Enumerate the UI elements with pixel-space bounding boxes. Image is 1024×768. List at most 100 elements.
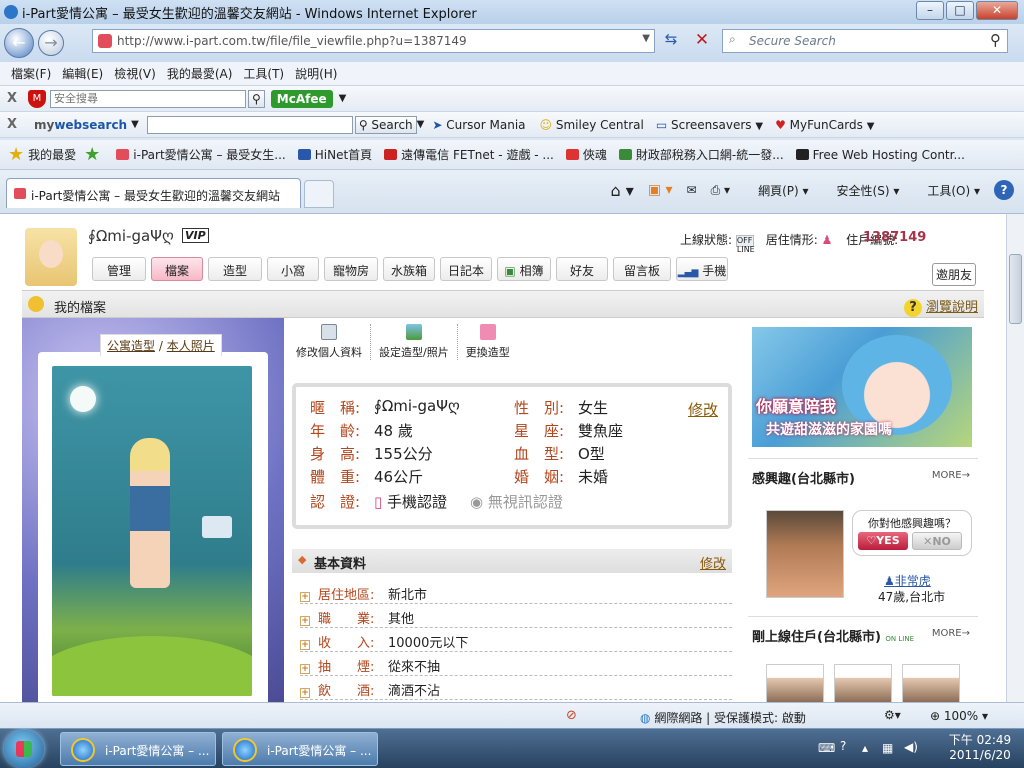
close-toolbar-icon[interactable]: X <box>0 117 24 132</box>
no-button[interactable]: ✕NO <box>912 532 962 550</box>
minimize-button[interactable]: – <box>916 1 944 20</box>
tab-mobile[interactable]: ▂▄▆ 手機 <box>676 257 728 281</box>
tools-menu[interactable]: 工具(O) ▾ <box>913 182 980 199</box>
invite-friends-button[interactable]: 邀朋友 <box>932 263 977 286</box>
tab-aquarium[interactable]: 水族箱 <box>383 257 435 281</box>
yes-button[interactable]: ♡YES <box>858 532 908 550</box>
avatar[interactable] <box>25 228 77 286</box>
mail-icon[interactable]: ✉ <box>687 183 697 197</box>
close-button[interactable]: ✕ <box>976 1 1018 20</box>
more-interest-link[interactable]: MORE→ <box>932 470 970 481</box>
menu-favorites[interactable]: 我的最愛(A) <box>167 65 233 82</box>
edit-actions: 修改個人資料 設定造型/照片 更換造型 <box>288 324 518 360</box>
clock[interactable]: 下午 02:49 2011/6/20 <box>940 733 1020 763</box>
maximize-button[interactable]: □ <box>946 1 974 20</box>
popup-blocker-icon[interactable]: ⊘ <box>566 708 577 723</box>
scrollbar-thumb[interactable] <box>1009 254 1022 324</box>
safety-menu[interactable]: 安全性(S) ▾ <box>823 182 900 199</box>
favorites-label[interactable]: 我的最愛 <box>28 146 76 163</box>
tab-guestbook[interactable]: 留言板 <box>613 257 671 281</box>
modify-basic-link[interactable]: 修改 <box>700 553 726 572</box>
taskbar-item-ie-1[interactable]: i-Part愛情公寓 – ... <box>60 732 216 766</box>
websearch-button[interactable]: ⚲ Search <box>354 115 417 134</box>
help-icon[interactable]: ? <box>994 180 1014 200</box>
menu-help[interactable]: 說明(H) <box>295 65 337 82</box>
online-member-thumb[interactable] <box>902 664 960 702</box>
mcafee-button[interactable]: McAfee <box>270 89 333 108</box>
fav-item-hinet[interactable]: HiNet首頁 <box>297 146 372 163</box>
menu-file[interactable]: 檔案(F) <box>11 65 51 82</box>
print-icon[interactable]: ⎙ ▾ <box>711 183 730 198</box>
game-ad-banner[interactable]: 你願意陪我 共遊甜滋滋的家園嗎 <box>752 327 972 447</box>
fav-item-xiahun[interactable]: 俠魂 <box>565 146 607 163</box>
start-button[interactable] <box>4 730 44 768</box>
smiley-central-link[interactable]: ☺ Smiley Central <box>540 118 644 132</box>
cursor-mania-link[interactable]: ➤ Cursor Mania <box>432 118 525 132</box>
member-name-link[interactable]: ♟非常虎 <box>884 572 931 589</box>
network-icon[interactable]: ▦ <box>882 741 893 755</box>
tab-apartment-style[interactable]: 公寓造型 <box>107 339 155 353</box>
home-icon[interactable]: ⌂ ▾ <box>611 181 634 200</box>
menu-view[interactable]: 檢視(V) <box>114 65 156 82</box>
websearch-input[interactable] <box>146 115 353 134</box>
tab-file[interactable]: 檔案 <box>151 257 203 281</box>
set-style-photo-button[interactable]: 設定造型/照片 <box>371 324 458 360</box>
chevron-down-icon[interactable]: ▼ <box>642 33 650 44</box>
search-input[interactable]: ⌕ Secure Search ⚲ <box>722 29 1008 53</box>
myfuncards-link[interactable]: ♥ MyFunCards ▼ <box>775 118 874 132</box>
add-favorite-icon[interactable]: ★ <box>84 144 100 165</box>
edit-doc-icon <box>321 324 337 340</box>
back-button[interactable]: ← <box>4 28 34 58</box>
new-tab-button[interactable] <box>304 180 334 208</box>
close-toolbar-icon[interactable]: X <box>0 91 24 106</box>
search-icon[interactable]: ⚲ <box>990 31 1001 49</box>
stop-icon[interactable]: ✕ <box>689 30 715 52</box>
help-tray-icon[interactable]: ? <box>840 739 846 753</box>
tab-nest[interactable]: 小窩 <box>267 257 319 281</box>
more-online-link[interactable]: MORE→ <box>932 628 970 639</box>
keyboard-icon[interactable]: ⌨ <box>818 741 835 755</box>
modify-info-link[interactable]: 修改 <box>688 399 718 420</box>
zoom-level[interactable]: ⊕ 100% ▾ <box>930 709 988 723</box>
taskbar-item-ie-2[interactable]: i-Part愛情公寓 – ... <box>222 732 378 766</box>
browser-tab-ipart[interactable]: i-Part愛情公寓 – 最受女生歡迎的溫馨交友網站 <box>6 178 301 208</box>
tab-pet-room[interactable]: 寵物房 <box>324 257 378 281</box>
chevron-down-icon[interactable]: ▼ <box>417 119 425 130</box>
tab-album[interactable]: ▣ 相簿 <box>497 257 551 281</box>
forward-button[interactable]: → <box>38 30 64 56</box>
online-member-thumb[interactable] <box>834 664 892 702</box>
menu-tools[interactable]: 工具(T) <box>243 65 284 82</box>
chevron-down-icon[interactable]: ▼ <box>131 119 139 130</box>
vertical-scrollbar[interactable] <box>1006 214 1024 702</box>
fav-item-ipart[interactable]: i-Part愛情公寓 – 最受女生... <box>116 146 286 163</box>
edit-profile-button[interactable]: 修改個人資料 <box>288 324 371 360</box>
chevron-down-icon[interactable]: ▼ <box>339 93 347 104</box>
tab-friends[interactable]: 好友 <box>556 257 608 281</box>
flag-icon[interactable]: ▴ <box>862 741 868 755</box>
tab-own-photo[interactable]: 本人照片 <box>167 339 215 353</box>
tab-style[interactable]: 造型 <box>208 257 262 281</box>
menu-edit[interactable]: 編輯(E) <box>62 65 103 82</box>
volume-icon[interactable]: ◀) <box>904 740 918 754</box>
browse-help-link[interactable]: ? 瀏覽說明 <box>903 296 978 317</box>
favorites-star-icon[interactable]: ★ <box>8 144 24 165</box>
online-member-thumb[interactable] <box>766 664 824 702</box>
address-bar[interactable]: http://www.i-part.com.tw/file/file_viewf… <box>92 29 655 53</box>
interest-header: 感興趣(台北縣市) MORE→ <box>752 470 970 487</box>
safe-search-input[interactable] <box>50 89 246 108</box>
fav-item-webhosting[interactable]: Free Web Hosting Contr... <box>795 148 965 162</box>
page-menu[interactable]: 網頁(P) ▾ <box>744 182 808 199</box>
member-photo[interactable] <box>766 510 844 598</box>
tab-manage[interactable]: 管理 <box>92 257 146 281</box>
system-tray: ⌨ ? ▴ ▦ ◀) 下午 02:49 2011/6/20 <box>812 729 1024 768</box>
change-style-button[interactable]: 更換造型 <box>458 324 518 360</box>
search-icon[interactable]: ⚲ <box>248 89 265 108</box>
fav-item-tax[interactable]: 財政部稅務入口網-統一發... <box>618 146 784 163</box>
rss-icon[interactable]: ▣ ▾ <box>648 182 673 198</box>
fav-item-fetnet[interactable]: 遠傳電信 FETnet - 遊戲 - ... <box>384 146 554 163</box>
refresh-icon[interactable]: ⇆ <box>658 30 684 52</box>
member-info: 47歲,台北市 <box>878 590 946 604</box>
screensavers-link[interactable]: ▭ Screensavers ▼ <box>656 118 763 132</box>
tab-diary[interactable]: 日記本 <box>440 257 492 281</box>
settings-icon[interactable]: ⚙▾ <box>884 708 901 722</box>
